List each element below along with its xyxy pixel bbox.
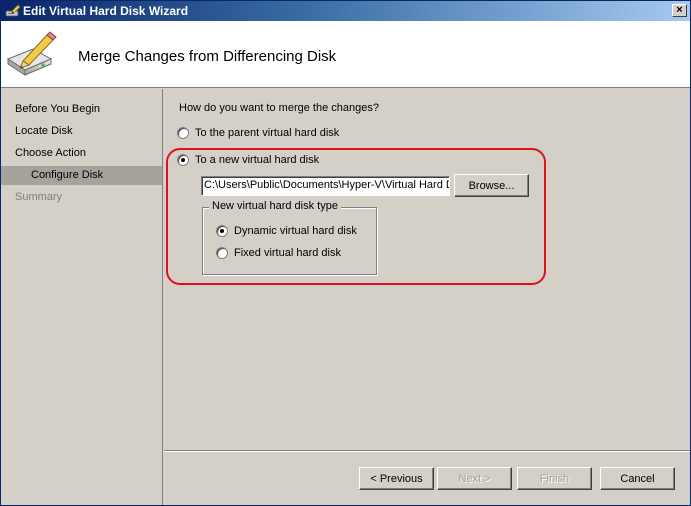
radio-button[interactable] [216, 247, 228, 259]
disk-type-group: New virtual hard disk type Dynamic virtu… [202, 200, 377, 275]
disk-type-group-legend: New virtual hard disk type [209, 200, 341, 212]
nav-item-summary: Summary [15, 191, 63, 203]
new-disk-path-input[interactable]: C:\Users\Public\Documents\Hyper-V\Virtua… [201, 176, 450, 196]
nav-item-choose-action[interactable]: Choose Action [1, 144, 162, 163]
radio-label: To the parent virtual hard disk [195, 127, 340, 139]
next-button: Next > [437, 467, 512, 490]
nav-item-configure-disk[interactable]: Configure Disk [1, 166, 162, 185]
radio-button[interactable] [216, 225, 228, 237]
radio-button[interactable] [177, 127, 189, 139]
wizard-window: Edit Virtual Hard Disk Wizard × Merge Ch… [0, 0, 691, 506]
nav-item-before-you-begin[interactable]: Before You Begin [1, 100, 162, 119]
window-title: Edit Virtual Hard Disk Wizard [23, 4, 189, 18]
wizard-steps-nav: Before You Begin Locate Disk Choose Acti… [1, 89, 163, 505]
disk-pencil-icon [5, 4, 21, 17]
cancel-button[interactable]: Cancel [600, 467, 675, 490]
wizard-content: How do you want to merge the changes? To… [164, 89, 690, 505]
previous-button[interactable]: < Previous [359, 467, 434, 490]
radio-label: Fixed virtual hard disk [234, 247, 341, 259]
close-button[interactable]: × [672, 4, 687, 17]
radio-button[interactable] [177, 154, 189, 166]
disk-pencil-icon [6, 31, 57, 76]
merge-question: How do you want to merge the changes? [179, 102, 379, 114]
footer-separator [164, 450, 690, 452]
wizard-header: Merge Changes from Differencing Disk [1, 21, 690, 88]
finish-button: Finish [517, 467, 592, 490]
browse-button[interactable]: Browse... [454, 174, 529, 197]
title-bar[interactable]: Edit Virtual Hard Disk Wizard × [1, 1, 690, 21]
page-title: Merge Changes from Differencing Disk [78, 48, 337, 65]
radio-label: To a new virtual hard disk [195, 154, 320, 166]
radio-label: Dynamic virtual hard disk [234, 225, 357, 237]
nav-item-locate-disk[interactable]: Locate Disk [1, 122, 162, 141]
